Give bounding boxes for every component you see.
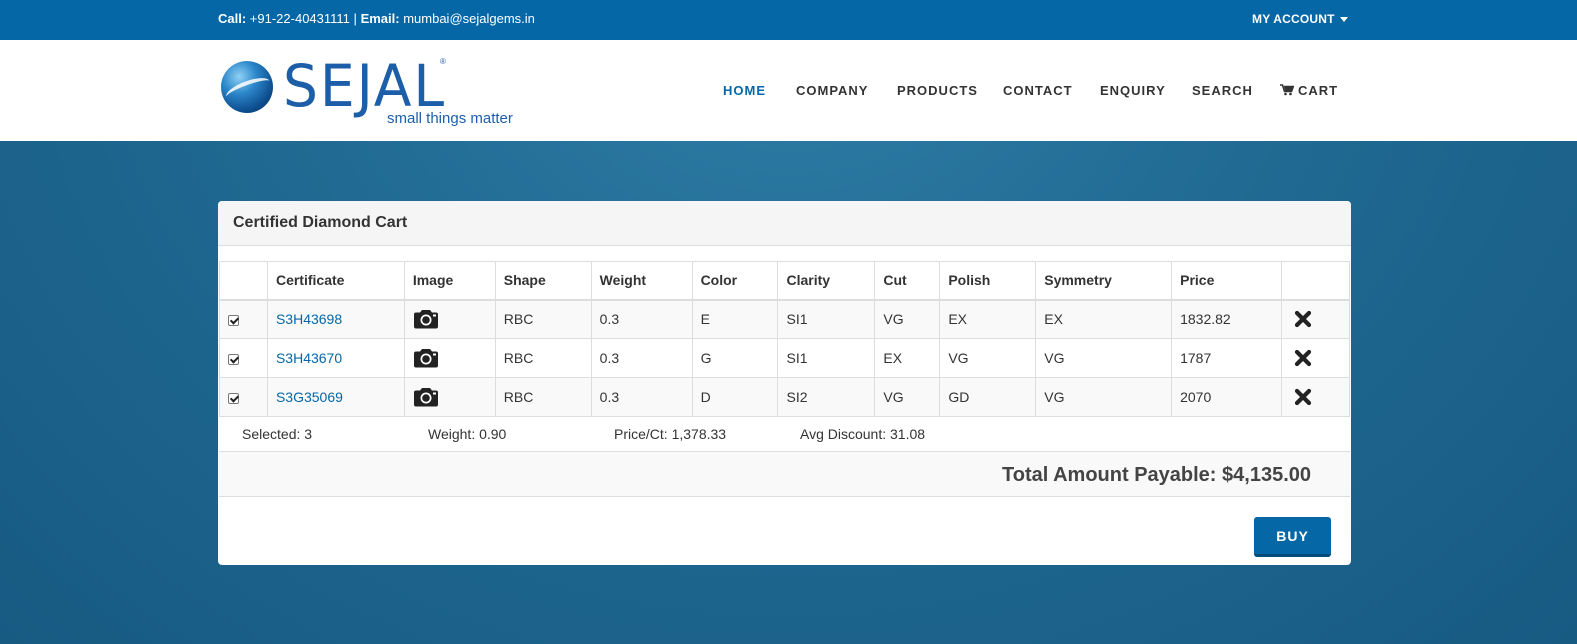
- price-cell: 1832.82: [1171, 299, 1282, 339]
- camera-icon[interactable]: [413, 309, 439, 329]
- color-cell: D: [691, 377, 779, 417]
- call-label: Call:: [218, 11, 247, 26]
- contact-info: Call: +91-22-40431111 | Email: mumbai@se…: [218, 11, 535, 26]
- col-header-polish: Polish: [939, 261, 1037, 301]
- col-header-image: Image: [403, 261, 496, 301]
- nav-company[interactable]: COMPANY: [796, 83, 868, 98]
- nav-enquiry[interactable]: ENQUIRY: [1100, 83, 1166, 98]
- symmetry-cell: EX: [1035, 299, 1173, 339]
- table-header-row: Certificate Image Shape Weight Color Cla…: [219, 261, 1350, 301]
- logo-tagline: small things matter: [387, 110, 513, 127]
- cart-summary: Selected: 3 Weight: 0.90 Price/Ct: 1,378…: [219, 416, 1350, 452]
- panel-title: Certified Diamond Cart: [218, 201, 1351, 246]
- buy-button[interactable]: BUY: [1254, 517, 1331, 557]
- remove-icon[interactable]: [1294, 310, 1312, 328]
- email-address[interactable]: mumbai@sejalgems.in: [403, 11, 535, 26]
- shopping-cart-icon: [1280, 84, 1295, 96]
- symmetry-cell: VG: [1035, 338, 1173, 378]
- col-header-color: Color: [691, 261, 779, 301]
- color-cell: E: [691, 299, 779, 339]
- email-label: Email:: [360, 11, 400, 26]
- col-header-shape: Shape: [494, 261, 592, 301]
- row-select-checkbox[interactable]: [228, 392, 239, 404]
- site-header: SEJAL ® small things matter HOME COMPANY…: [0, 40, 1577, 141]
- top-bar: Call: +91-22-40431111 | Email: mumbai@se…: [0, 0, 1577, 40]
- row-select-checkbox[interactable]: [228, 353, 239, 365]
- contact-separator: |: [353, 11, 357, 26]
- col-header-certificate: Certificate: [266, 261, 405, 301]
- polish-cell: GD: [939, 377, 1037, 417]
- camera-icon[interactable]: [413, 387, 439, 407]
- cut-cell: VG: [874, 299, 941, 339]
- nav-search[interactable]: SEARCH: [1192, 83, 1253, 98]
- clarity-cell: SI1: [777, 338, 876, 378]
- color-cell: G: [691, 338, 779, 378]
- average-discount: Avg Discount: 31.08: [800, 426, 926, 442]
- remove-icon[interactable]: [1294, 388, 1312, 406]
- total-row: Total Amount Payable: $4,135.00: [219, 452, 1350, 497]
- weight-cell: 0.3: [590, 338, 693, 378]
- nav-cart[interactable]: CART: [1280, 83, 1338, 98]
- shape-cell: RBC: [494, 338, 592, 378]
- polish-cell: VG: [939, 338, 1037, 378]
- table-row: S3H43698 RBC 0.3 E SI1 VG EX EX 1832.82: [219, 299, 1350, 339]
- cart-table-wrapper: Certificate Image Shape Weight Color Cla…: [219, 261, 1350, 417]
- sejal-logo[interactable]: SEJAL ® small things matter: [221, 52, 521, 130]
- price-cell: 1787: [1171, 338, 1282, 378]
- clarity-cell: SI1: [777, 299, 876, 339]
- cut-cell: EX: [874, 338, 941, 378]
- shape-cell: RBC: [494, 377, 592, 417]
- col-header-select: [219, 261, 268, 301]
- col-header-clarity: Clarity: [777, 261, 876, 301]
- price-per-carat: Price/Ct: 1,378.33: [614, 426, 727, 442]
- camera-icon[interactable]: [413, 348, 439, 368]
- col-header-symmetry: Symmetry: [1035, 261, 1173, 301]
- weight-cell: 0.3: [590, 299, 693, 339]
- remove-icon[interactable]: [1294, 349, 1312, 367]
- nav-products[interactable]: PRODUCTS: [897, 83, 978, 98]
- table-row: S3G35069 RBC 0.3 D SI2 VG GD VG 2070: [219, 377, 1350, 417]
- globe-logo-icon: [221, 61, 273, 113]
- price-cell: 2070: [1171, 377, 1282, 417]
- weight-cell: 0.3: [590, 377, 693, 417]
- total-weight: Weight: 0.90: [428, 426, 507, 442]
- symmetry-cell: VG: [1035, 377, 1173, 417]
- col-header-weight: Weight: [590, 261, 693, 301]
- nav-home[interactable]: HOME: [723, 83, 766, 98]
- selected-count: Selected: 3: [242, 426, 313, 442]
- cart-table: Certificate Image Shape Weight Color Cla…: [219, 261, 1350, 417]
- certificate-link[interactable]: S3H43670: [276, 350, 342, 366]
- col-header-remove: [1281, 261, 1350, 301]
- certificate-link[interactable]: S3H43698: [276, 311, 342, 327]
- nav-contact[interactable]: CONTACT: [1003, 83, 1073, 98]
- cut-cell: VG: [874, 377, 941, 417]
- polish-cell: EX: [939, 299, 1037, 339]
- col-header-cut: Cut: [874, 261, 941, 301]
- nav-cart-label: CART: [1298, 83, 1339, 98]
- my-account-label: MY ACCOUNT: [1252, 12, 1335, 26]
- shape-cell: RBC: [494, 299, 592, 339]
- total-amount-payable: Total Amount Payable: $4,135.00: [1002, 464, 1311, 486]
- row-select-checkbox[interactable]: [228, 315, 239, 327]
- cart-panel: Certified Diamond Cart Certificate Image…: [218, 201, 1351, 565]
- table-row: S3H43670 RBC 0.3 G SI1 EX VG VG 1787: [219, 338, 1350, 378]
- clarity-cell: SI2: [777, 377, 876, 417]
- col-header-price: Price: [1171, 261, 1282, 301]
- certificate-link[interactable]: S3G35069: [276, 389, 343, 405]
- caret-down-icon: [1340, 17, 1349, 23]
- my-account-menu[interactable]: MY ACCOUNT: [1252, 12, 1349, 26]
- phone-number[interactable]: +91-22-40431111: [250, 11, 350, 26]
- registered-mark: ®: [440, 57, 446, 66]
